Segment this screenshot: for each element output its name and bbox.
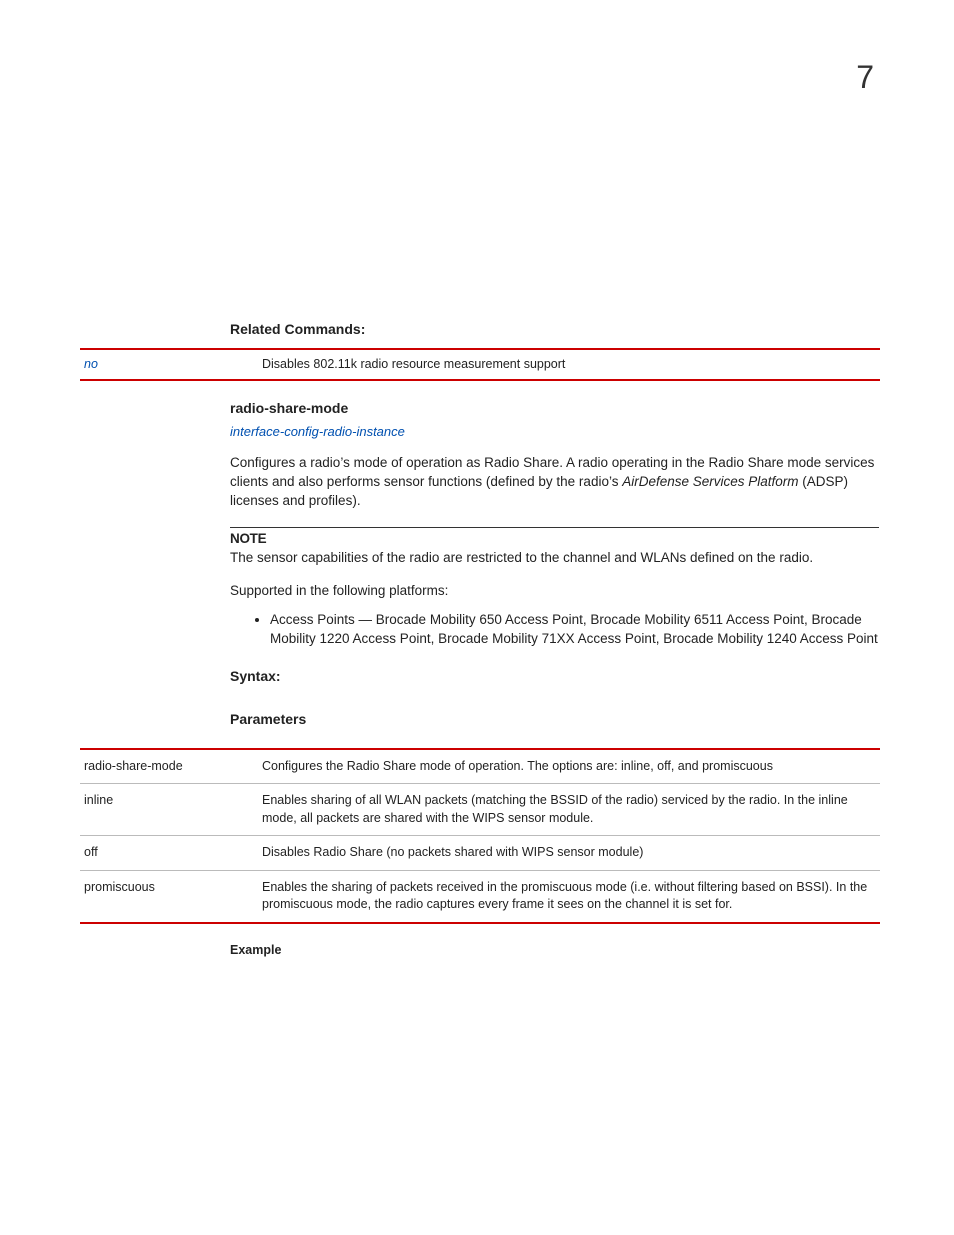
param-value: Disables Radio Share (no packets shared … xyxy=(258,836,880,871)
note-rule xyxy=(230,527,879,528)
parameters-table: radio-share-mode Configures the Radio Sh… xyxy=(80,748,880,924)
supported-item: Access Points — Brocade Mobility 650 Acc… xyxy=(270,611,879,649)
note-label: NOTE xyxy=(230,530,879,549)
related-command-link[interactable]: no xyxy=(84,357,98,371)
param-value: Enables sharing of all WLAN packets (mat… xyxy=(258,784,880,836)
related-commands-heading: Related Commands: xyxy=(230,320,879,340)
table-row: off Disables Radio Share (no packets sha… xyxy=(80,836,880,871)
related-commands-table: no Disables 802.11k radio resource measu… xyxy=(80,348,880,382)
parameters-heading: Parameters xyxy=(230,710,879,730)
param-key: radio-share-mode xyxy=(80,749,258,784)
intro-paragraph: Configures a radio’s mode of operation a… xyxy=(230,454,879,511)
command-title: radio-share-mode xyxy=(230,399,879,419)
cross-reference-link[interactable]: interface-config-radio-instance xyxy=(230,423,879,441)
param-key: promiscuous xyxy=(80,870,258,923)
note-text: The sensor capabilities of the radio are… xyxy=(230,549,879,568)
table-row: radio-share-mode Configures the Radio Sh… xyxy=(80,749,880,784)
page: 7 Related Commands: no Disables 802.11k … xyxy=(0,0,954,1235)
supported-heading: Supported in the following platforms: xyxy=(230,582,879,601)
intro-italic: AirDefense Services Platform xyxy=(622,474,798,489)
param-value: Configures the Radio Share mode of opera… xyxy=(258,749,880,784)
content-block: Related Commands: no Disables 802.11k ra… xyxy=(230,320,879,959)
param-key: inline xyxy=(80,784,258,836)
syntax-heading: Syntax: xyxy=(230,667,879,687)
chapter-number: 7 xyxy=(856,55,874,100)
supported-list: Access Points — Brocade Mobility 650 Acc… xyxy=(270,611,879,649)
related-command-desc: Disables 802.11k radio resource measurem… xyxy=(258,349,880,381)
param-key: off xyxy=(80,836,258,871)
example-heading: Example xyxy=(230,942,879,960)
table-row: promiscuous Enables the sharing of packe… xyxy=(80,870,880,923)
table-row: inline Enables sharing of all WLAN packe… xyxy=(80,784,880,836)
param-value: Enables the sharing of packets received … xyxy=(258,870,880,923)
